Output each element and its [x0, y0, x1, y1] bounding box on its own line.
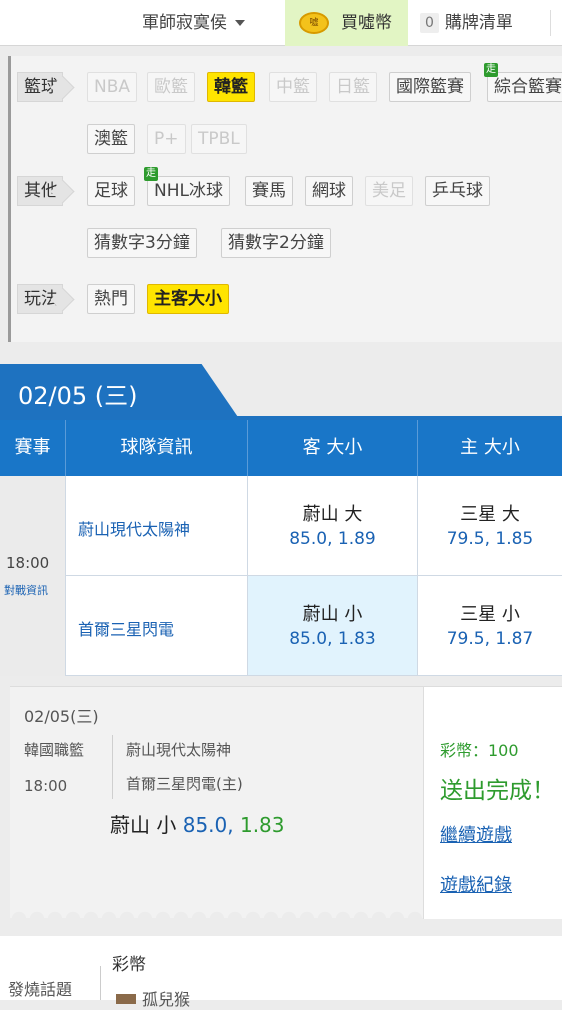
filter-euro-basketball[interactable]: 歐籃: [147, 72, 195, 102]
game-time-cell: 18:00 對戰資訊: [0, 476, 66, 676]
ticket-pick-name: 蔚山 小: [110, 813, 177, 837]
team-away-name: 蔚山現代太陽神: [78, 520, 191, 539]
coin-section-title: 彩幣: [112, 955, 146, 975]
filter-combined-basketball[interactable]: 綜合籃賽: [487, 72, 562, 102]
odds-away-under[interactable]: 蔚山 小 85.0, 1.83: [248, 576, 418, 676]
pick-label: 三星 小: [460, 604, 520, 625]
team-home[interactable]: 首爾三星閃電: [66, 576, 248, 676]
header-team-info: 球隊資訊: [66, 420, 248, 476]
header-home-total: 主 大小: [460, 437, 520, 458]
ticket-pick-line: 85.0,: [182, 813, 234, 837]
coin-icon: 噓: [299, 12, 329, 34]
matchup-info-link[interactable]: 對戰資訊: [4, 582, 48, 598]
buy-coins-label: 買噓幣: [341, 13, 392, 33]
odds-home-under[interactable]: 三星 小 79.5, 1.87: [418, 576, 562, 676]
filter-guess-number-2min[interactable]: 猜數字2分鐘: [221, 228, 331, 258]
ticket-team-home: 首爾三星閃電(主): [126, 775, 243, 793]
cart-label: 購牌清單: [444, 13, 513, 33]
filter-table-tennis[interactable]: 乒乓球: [425, 176, 490, 206]
date-tab-label: 02/05 (三): [18, 382, 138, 410]
filter-intl-basketball[interactable]: 國際籃賽: [389, 72, 471, 102]
ticket-submitted: 送出完成！: [440, 778, 555, 804]
odds-value: 79.5, 1.87: [446, 629, 534, 649]
ticket-pick-odds: 1.83: [239, 813, 285, 837]
odds-away-over[interactable]: 蔚山 大 85.0, 1.89: [248, 476, 418, 576]
pick-label: 蔚山 小: [302, 604, 363, 625]
ticket-time: 18:00: [24, 777, 68, 795]
team-home-name: 首爾三星閃電: [78, 620, 175, 639]
chevron-down-icon: [235, 20, 245, 26]
ticket-details: 02/05(三) 韓國職籃 18:00 蔚山現代太陽神 首爾三星閃電(主) 蔚山…: [10, 687, 424, 919]
filter-american-football[interactable]: 美足: [365, 176, 413, 206]
filter-china-basketball[interactable]: 中籃: [269, 72, 317, 102]
odds-value: 79.5, 1.85: [446, 529, 534, 549]
ticket-pick: 蔚山 小 85.0, 1.83: [110, 809, 285, 838]
header-event: 賽事: [0, 420, 66, 476]
walk-badge-icon: 走: [144, 167, 158, 181]
buy-coins-button[interactable]: 噓 買噓幣: [285, 0, 408, 46]
ticket-date: 02/05(三): [24, 707, 99, 726]
filter-nba[interactable]: NBA: [87, 72, 138, 102]
walk-badge-icon: 走: [484, 63, 498, 77]
sport-filter-panel: 籃球 NBA 歐籃 韓籃 中籃 日籃 國際籃賽 綜合籃賽 走 澳籃 P+ TPB…: [8, 56, 562, 342]
filter-japan-basketball[interactable]: 日籃: [329, 72, 377, 102]
odds-value: 85.0, 1.89: [289, 529, 376, 549]
user-menu[interactable]: 軍師寂寞侯: [142, 0, 245, 46]
odds-home-over[interactable]: 三星 大 79.5, 1.85: [418, 476, 562, 576]
topbar-divider: [550, 10, 562, 36]
team-away[interactable]: 蔚山現代太陽神: [66, 476, 248, 576]
filter-korea-basketball[interactable]: 韓籃: [207, 72, 255, 102]
avatar: [116, 994, 136, 1004]
top-bar: 軍師寂寞侯 噓 買噓幣 0 購牌清單: [0, 0, 562, 46]
ticket-coins: 彩幣：100: [440, 741, 519, 760]
topic-user-name[interactable]: 孤兒猴: [142, 986, 190, 1010]
game-history-link[interactable]: 遊戲紀錄: [440, 871, 512, 897]
filter-tpbl[interactable]: TPBL: [191, 124, 247, 154]
ticket-league: 韓國職籃: [24, 741, 85, 759]
odds-table-body: 18:00 對戰資訊 蔚山現代太陽神 蔚山 大 85.0, 1.89 三星 大 …: [0, 476, 562, 676]
username: 軍師寂寞侯: [142, 13, 227, 33]
filter-home-away-total[interactable]: 主客大小: [147, 284, 229, 314]
ticket-status: 彩幣：100 送出完成！ 繼續遊戲 遊戲紀錄: [424, 687, 562, 919]
cart-count-badge: 0: [420, 13, 439, 33]
filter-horse-racing[interactable]: 賽馬: [245, 176, 293, 206]
ticket-wave-edge: [10, 907, 424, 919]
filter-p-plus[interactable]: P+: [147, 124, 186, 154]
filter-nhl[interactable]: NHL冰球: [147, 176, 230, 206]
cart-button[interactable]: 0 購牌清單: [420, 0, 513, 46]
category-other: 其他: [17, 176, 63, 206]
game-time: 18:00: [6, 554, 50, 572]
hot-topics-label[interactable]: 發燒話題: [8, 976, 72, 1000]
category-play-mode: 玩法: [17, 284, 63, 314]
section-divider: [100, 966, 101, 1000]
hot-topics-section: 發燒話題 彩幣 孤兒猴: [0, 936, 562, 1009]
pick-label: 蔚山 大: [302, 504, 363, 525]
filter-guess-number-3min[interactable]: 猜數字3分鐘: [87, 228, 197, 258]
filter-tennis[interactable]: 網球: [305, 176, 353, 206]
date-tab-bar: 02/05 (三): [0, 364, 562, 420]
pick-label: 三星 大: [460, 504, 520, 525]
date-tab[interactable]: 02/05 (三): [0, 364, 240, 420]
odds-value: 85.0, 1.83: [289, 629, 376, 649]
bet-ticket: 02/05(三) 韓國職籃 18:00 蔚山現代太陽神 首爾三星閃電(主) 蔚山…: [10, 686, 562, 919]
ticket-divider: [112, 735, 113, 799]
odds-table-header: 賽事 球隊資訊 客 大小 主 大小: [0, 420, 562, 476]
filter-australia-basketball[interactable]: 澳籃: [87, 124, 135, 154]
ticket-team-away: 蔚山現代太陽神: [126, 741, 232, 759]
header-away-total: 客 大小: [248, 420, 418, 476]
category-basketball: 籃球: [17, 72, 63, 102]
continue-game-link[interactable]: 繼續遊戲: [440, 821, 512, 847]
filter-popular[interactable]: 熱門: [87, 284, 135, 314]
filter-soccer[interactable]: 足球: [87, 176, 135, 206]
